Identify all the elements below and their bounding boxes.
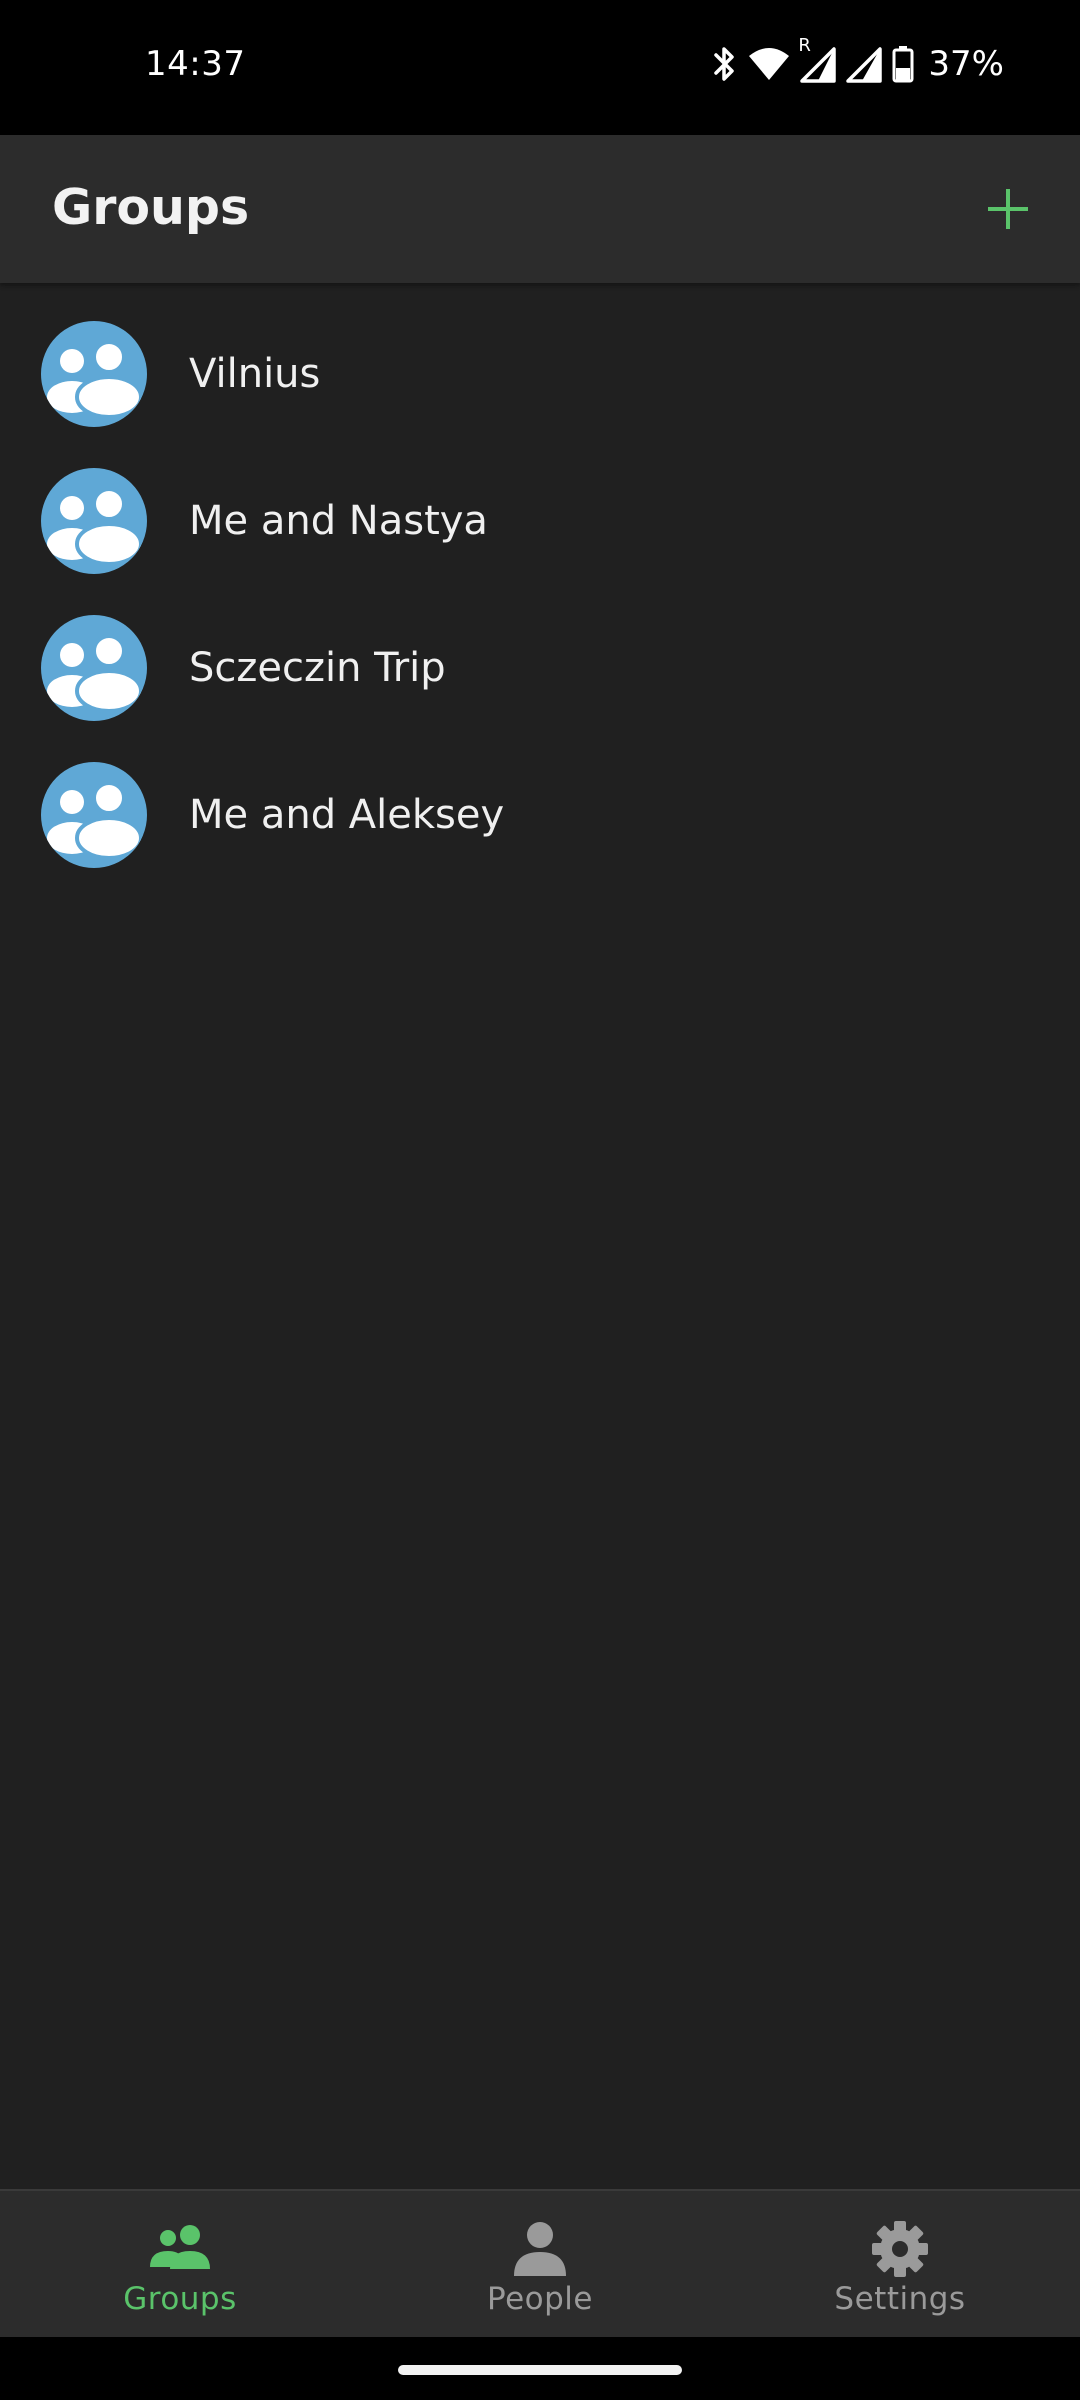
list-item[interactable]: Sczeczin Trip: [0, 594, 1080, 741]
nav-label: People: [487, 2281, 593, 2317]
status-icons: R 37%: [712, 35, 1004, 86]
list-item[interactable]: Vilnius: [0, 300, 1080, 447]
signal-roaming-icon: R: [798, 35, 837, 83]
status-time: 14:37: [145, 44, 246, 84]
group-avatar-icon: [41, 761, 147, 868]
group-name: Sczeczin Trip: [189, 644, 446, 691]
group-name: Me and Aleksey: [189, 791, 505, 838]
group-list: Vilnius Me and Nastya Sczeczin Trip Me a…: [0, 300, 1080, 888]
group-avatar-icon: [41, 614, 147, 721]
nav-item-groups[interactable]: Groups: [0, 2191, 360, 2337]
groups-icon: [148, 2217, 212, 2281]
list-item[interactable]: Me and Aleksey: [0, 741, 1080, 888]
gear-icon: [871, 2217, 929, 2281]
page-title: Groups: [52, 179, 250, 236]
group-name: Me and Nastya: [189, 497, 488, 544]
wifi-icon: [748, 46, 790, 82]
app-bar: Groups: [0, 135, 1080, 283]
plus-icon: [988, 189, 1028, 229]
add-group-button[interactable]: [972, 173, 1044, 245]
group-avatar-icon: [41, 320, 147, 427]
group-name: Vilnius: [189, 350, 321, 397]
roaming-label: R: [798, 35, 811, 56]
battery-icon: [892, 45, 914, 83]
gesture-bar: [0, 2337, 1080, 2400]
signal-icon: [846, 45, 883, 83]
nav-item-people[interactable]: People: [360, 2191, 720, 2337]
list-item[interactable]: Me and Nastya: [0, 447, 1080, 594]
nav-label: Settings: [834, 2281, 966, 2317]
status-bar: 14:37 R 37%: [0, 0, 1080, 135]
home-indicator[interactable]: [398, 2365, 682, 2375]
nav-item-settings[interactable]: Settings: [720, 2191, 1080, 2337]
person-icon: [512, 2217, 568, 2281]
battery-percent: 37%: [928, 44, 1004, 84]
bluetooth-icon: [712, 44, 738, 84]
bottom-nav: Groups People Settings: [0, 2189, 1080, 2337]
screen: 14:37 R 37% Groups Vilnius Me and Nastya…: [0, 0, 1080, 2400]
group-avatar-icon: [41, 467, 147, 574]
nav-label: Groups: [123, 2281, 237, 2317]
